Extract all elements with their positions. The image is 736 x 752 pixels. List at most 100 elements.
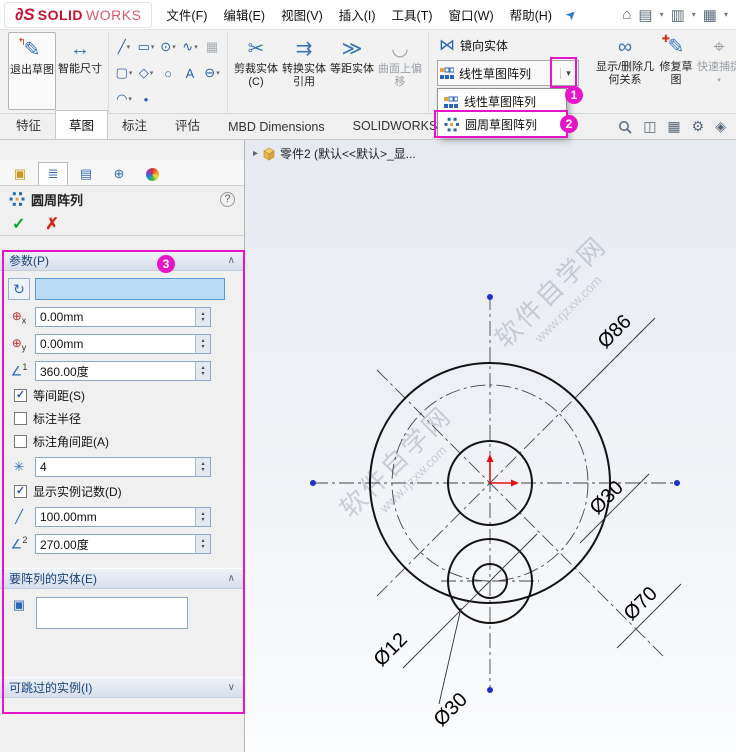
help-icon[interactable]: ?	[220, 191, 235, 207]
menu-pin-icon[interactable]: ➤	[562, 5, 581, 24]
pattern-axis-input[interactable]	[36, 279, 224, 299]
dimension-bottom-hole[interactable]: Ø30	[430, 689, 472, 731]
dimension-outer[interactable]: Ø86	[594, 311, 636, 353]
offset-entities-button[interactable]: ≫ 等距实体	[328, 32, 376, 76]
home-icon[interactable]: ⌂	[622, 6, 631, 23]
trim-small-tool-icon[interactable]: ⊖ ▾	[201, 60, 223, 86]
center-x-field[interactable]: ▴▾	[35, 307, 211, 327]
spinner[interactable]: ▴ ▾	[195, 508, 210, 526]
total-angle-input[interactable]	[36, 362, 195, 380]
pattern-flyout-caret-icon[interactable]: ▾	[560, 67, 576, 79]
open-document-icon[interactable]: ▥	[671, 6, 685, 24]
text-tool-icon[interactable]: A	[179, 60, 201, 86]
spinner[interactable]: ▴ ▾	[195, 458, 210, 476]
tab-features[interactable]: 特征	[2, 110, 55, 139]
panel-title: 圆周阵列	[31, 192, 84, 208]
entities-section-header[interactable]: 要阵列的实体(E) ∧	[0, 568, 244, 589]
arc-angle-field[interactable]: ▴▾	[35, 534, 211, 554]
trim-entities-button[interactable]: ✂ 剪裁实体(C)	[232, 32, 280, 89]
instance-count-field[interactable]: ▴▾	[35, 457, 211, 477]
save-icon[interactable]: ▦	[703, 6, 717, 24]
show-instance-count-checkbox[interactable]: ✓	[14, 485, 27, 498]
radius-field[interactable]: ▴▾	[35, 507, 211, 527]
menu-help[interactable]: 帮助(H)	[510, 5, 552, 24]
arc-angle-input[interactable]	[36, 535, 195, 553]
center-y-icon: ⊕y	[11, 335, 27, 353]
radius-input[interactable]	[36, 508, 195, 526]
center-x-input[interactable]	[36, 308, 195, 326]
spinner[interactable]: ▴ ▾	[195, 308, 210, 326]
dimension-center-hole[interactable]: Ø30	[586, 477, 628, 519]
tab-mbd-dimensions[interactable]: MBD Dimensions	[214, 115, 339, 139]
slot-tool-icon[interactable]: ▢ ▾	[113, 60, 135, 86]
chevron-down-icon: ∨	[227, 682, 235, 693]
polygon-tool-icon[interactable]: ◇ ▾	[135, 60, 157, 86]
instance-count-row: ✳ ▴▾	[8, 457, 234, 477]
appearance-icon[interactable]: ◈	[715, 118, 726, 135]
linear-sketch-pattern-button[interactable]: 线性草图阵列 ▾	[437, 60, 579, 86]
featuremanager-tab[interactable]: ▣	[5, 162, 35, 185]
menu-window[interactable]: 窗口(W)	[449, 5, 494, 24]
mirror-entities-button[interactable]: ⋈ 镜向实体	[437, 33, 589, 57]
point-tool-icon[interactable]: •	[135, 86, 157, 112]
center-y-input[interactable]	[36, 335, 195, 353]
exit-sketch-button[interactable]: ✎ ↰ 退出草图	[8, 32, 56, 110]
sketch-canvas[interactable]: Ø86 Ø30 Ø70 Ø12 Ø30	[245, 140, 736, 752]
dimxpertmanager-tab[interactable]: ⊕	[104, 162, 134, 185]
options-gear-icon[interactable]: ⚙	[692, 118, 705, 135]
entities-to-pattern-list[interactable]	[36, 597, 188, 629]
reverse-direction-button[interactable]: ↻	[8, 278, 30, 300]
arc-tool-icon[interactable]: ◠ ▾	[113, 86, 135, 112]
display-delete-relations-button[interactable]: ∞ 显示/删除几何关系	[594, 30, 656, 87]
caret-down-icon[interactable]: ▾	[692, 10, 696, 19]
dimension-angular-checkbox[interactable]	[14, 435, 27, 448]
spinner[interactable]: ▴ ▾	[195, 535, 210, 553]
propertymanager-tab[interactable]: ≣	[38, 162, 68, 185]
spinner[interactable]: ▴ ▾	[195, 335, 210, 353]
configurationmanager-tab[interactable]: ▤	[71, 162, 101, 185]
skip-instances-section-header[interactable]: 可跳过的实例(I) ∨	[0, 677, 244, 698]
chevron-up-icon: ∧	[227, 573, 235, 584]
graphics-area[interactable]: ▸ 零件2 (默认<<默认>_显... 软件自学网 www.rjzxw.com …	[245, 140, 736, 752]
displaymanager-tab[interactable]	[137, 162, 167, 185]
rectangle-tool-icon[interactable]: ▭ ▾	[135, 34, 157, 60]
new-document-icon[interactable]: ▤	[638, 6, 652, 24]
tab-evaluate[interactable]: 评估	[161, 110, 214, 139]
view-settings-icon[interactable]: ◫	[643, 118, 656, 135]
pattern-axis-field[interactable]	[35, 278, 225, 300]
menu-view[interactable]: 视图(V)	[281, 5, 323, 24]
cancel-button[interactable]: ✗	[45, 214, 58, 234]
line-tool-icon[interactable]: ╱ ▾	[113, 34, 135, 60]
menu-item-linear-sketch-pattern[interactable]: 线性草图阵列	[439, 90, 565, 113]
menu-insert[interactable]: 插入(I)	[339, 5, 376, 24]
search-icon[interactable]	[618, 120, 632, 134]
dimension-radius-checkbox[interactable]	[14, 412, 27, 425]
dimension-small-hole[interactable]: Ø12	[370, 629, 412, 671]
feature-tree-root[interactable]: ▸ 零件2 (默认<<默认>_显...	[253, 145, 416, 162]
display-style-icon[interactable]: ▦	[667, 118, 680, 135]
ok-button[interactable]: ✓	[12, 214, 25, 234]
tab-annotation[interactable]: 标注	[108, 110, 161, 139]
total-angle-field[interactable]: ▴▾	[35, 361, 211, 381]
smart-dimension-button[interactable]: ↔ 智能尺寸	[56, 32, 104, 76]
repair-sketch-button[interactable]: ✎ ✚ 修复草图	[656, 30, 696, 87]
expand-icon[interactable]: ▸	[253, 148, 258, 159]
ellipse-tool-icon[interactable]: ○	[157, 60, 179, 86]
equal-spacing-checkbox[interactable]: ✓	[14, 389, 27, 402]
parameters-section-header[interactable]: 参数(P) ∧	[0, 250, 244, 271]
convert-entities-button[interactable]: ⇉ 转换实体引用	[280, 32, 328, 89]
caret-down-icon[interactable]: ▾	[724, 10, 728, 19]
caret-down-icon[interactable]: ▾	[660, 10, 664, 19]
menu-tools[interactable]: 工具(T)	[392, 5, 433, 24]
menu-item-circular-sketch-pattern[interactable]: 圆周草图阵列	[439, 113, 565, 136]
total-angle-icon: ∠1	[10, 362, 28, 379]
spinner[interactable]: ▴ ▾	[195, 362, 210, 380]
circle-tool-icon[interactable]: ⊙ ▾	[157, 34, 179, 60]
menu-edit[interactable]: 编辑(E)	[223, 5, 265, 24]
center-y-field[interactable]: ▴▾	[35, 334, 211, 354]
equal-spacing-row: ✓ 等间距(S)	[14, 389, 85, 403]
instance-count-input[interactable]	[36, 458, 195, 476]
spline-tool-icon[interactable]: ∿ ▾	[179, 34, 201, 60]
tab-sketch[interactable]: 草图	[55, 110, 109, 139]
menu-file[interactable]: 文件(F)	[166, 5, 207, 24]
